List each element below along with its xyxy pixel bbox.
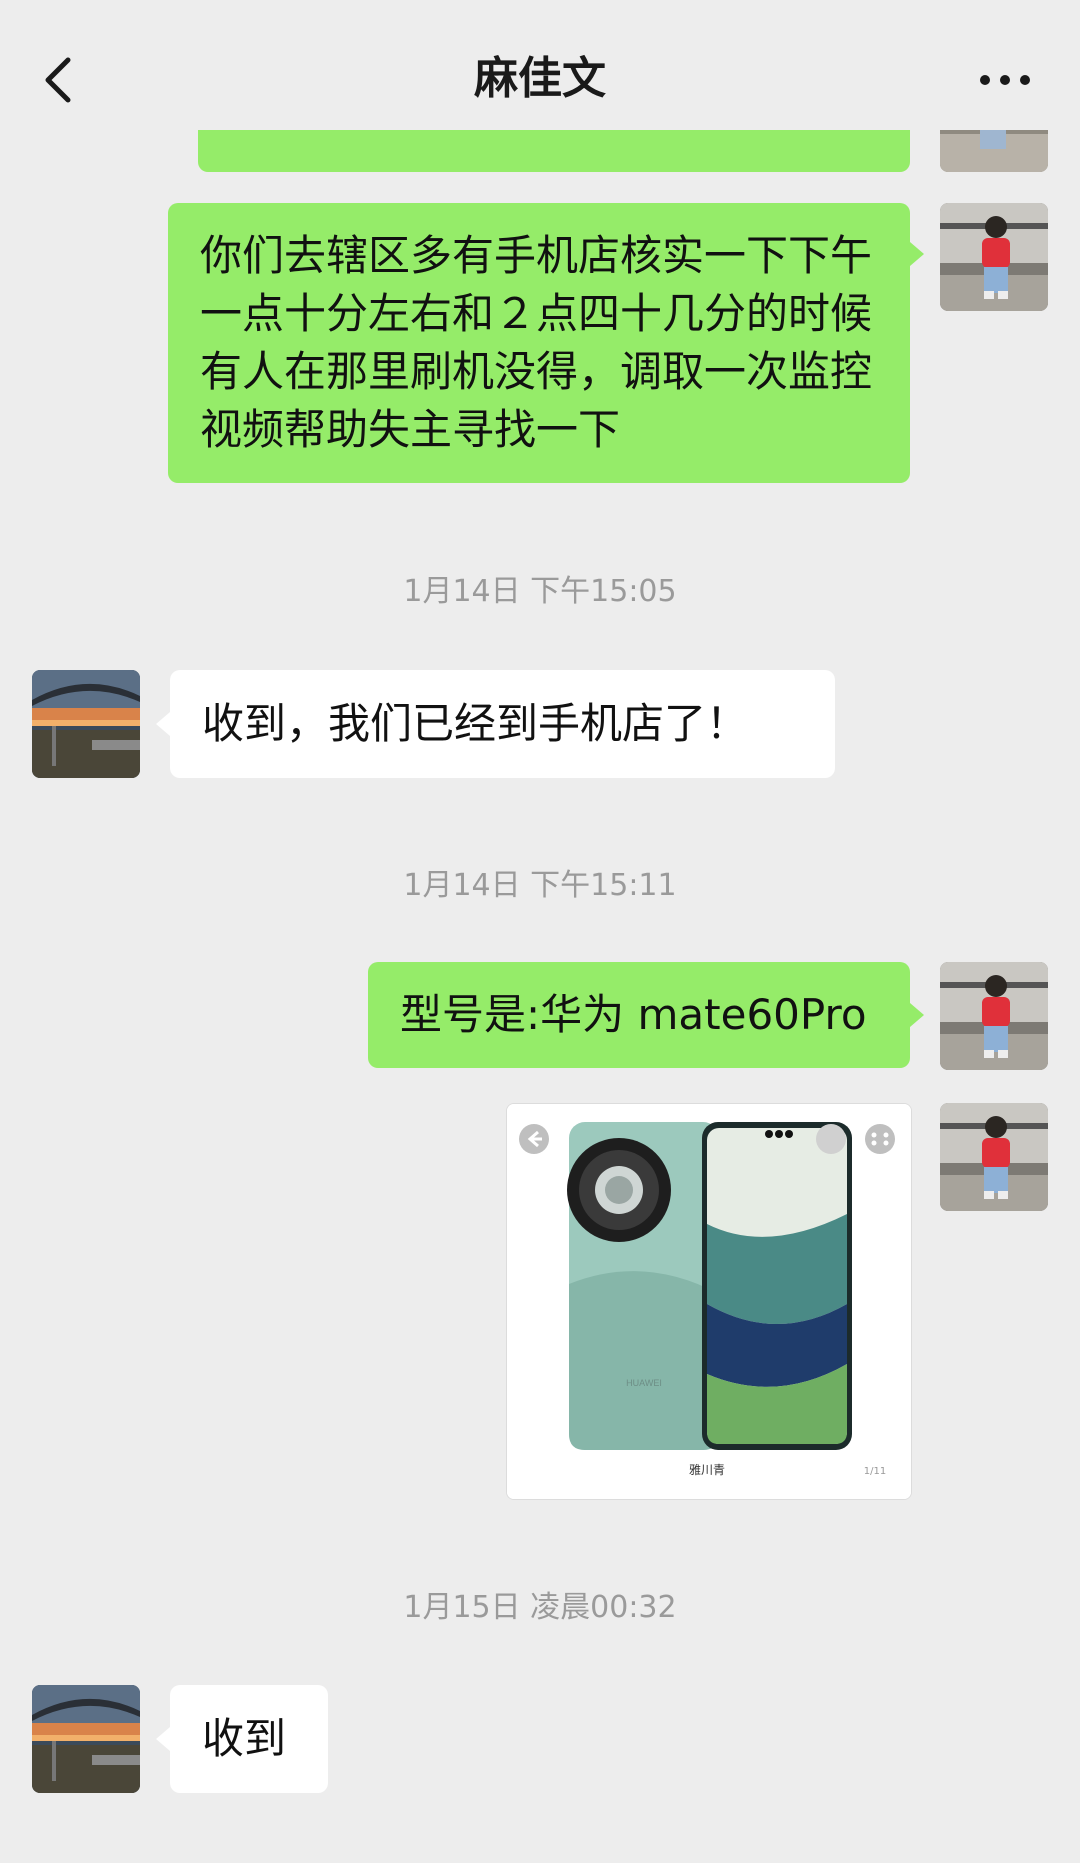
image-page-indicator: 1/11 — [864, 1466, 886, 1477]
bubble-tail — [156, 712, 170, 736]
bubble-tail — [910, 1003, 924, 1027]
message-bubble-other[interactable]: 收到 — [170, 1685, 328, 1793]
message-bubble-me[interactable]: 型号是:华为 mate60Pro — [368, 962, 910, 1068]
timestamp: 1月14日 下午15:05 — [403, 574, 677, 609]
more-dots-icon[interactable] — [975, 70, 1035, 90]
brand-logo: HUAWEI — [626, 1378, 662, 1388]
image-caption: 雅川青 — [689, 1462, 725, 1477]
message-text: 型号是:华为 mate60Pro — [400, 990, 867, 1039]
previous-message-bubble[interactable] — [198, 130, 910, 172]
message-text: 收到 — [202, 1714, 287, 1763]
contact-avatar[interactable] — [32, 1685, 140, 1793]
timestamp: 1月14日 下午15:11 — [403, 868, 677, 903]
phone-product-image: HUAWEI 雅川青 1/11 — [507, 1104, 911, 1499]
message-text: 收到，我们已经到手机店了！ — [202, 699, 749, 748]
chat-header: 麻佳文 — [0, 0, 1080, 150]
contact-avatar[interactable] — [32, 670, 140, 778]
message-text: 你们去辖区多有手机店核实一下下午一点十分左右和２点四十几分的时候有人在那里刷机没… — [200, 231, 873, 454]
my-avatar[interactable] — [940, 1103, 1048, 1211]
message-bubble-other[interactable]: 收到，我们已经到手机店了！ — [170, 670, 835, 778]
my-avatar[interactable] — [940, 203, 1048, 311]
my-avatar[interactable] — [940, 130, 1048, 172]
my-avatar[interactable] — [940, 962, 1048, 1070]
bubble-tail — [910, 242, 924, 266]
message-bubble-me[interactable]: 你们去辖区多有手机店核实一下下午一点十分左右和２点四十几分的时候有人在那里刷机没… — [168, 203, 910, 483]
bubble-tail — [156, 1727, 170, 1751]
image-message[interactable]: HUAWEI 雅川青 1/11 — [506, 1103, 912, 1500]
chat-title: 麻佳文 — [474, 53, 606, 104]
timestamp: 1月15日 凌晨00:32 — [403, 1590, 677, 1625]
